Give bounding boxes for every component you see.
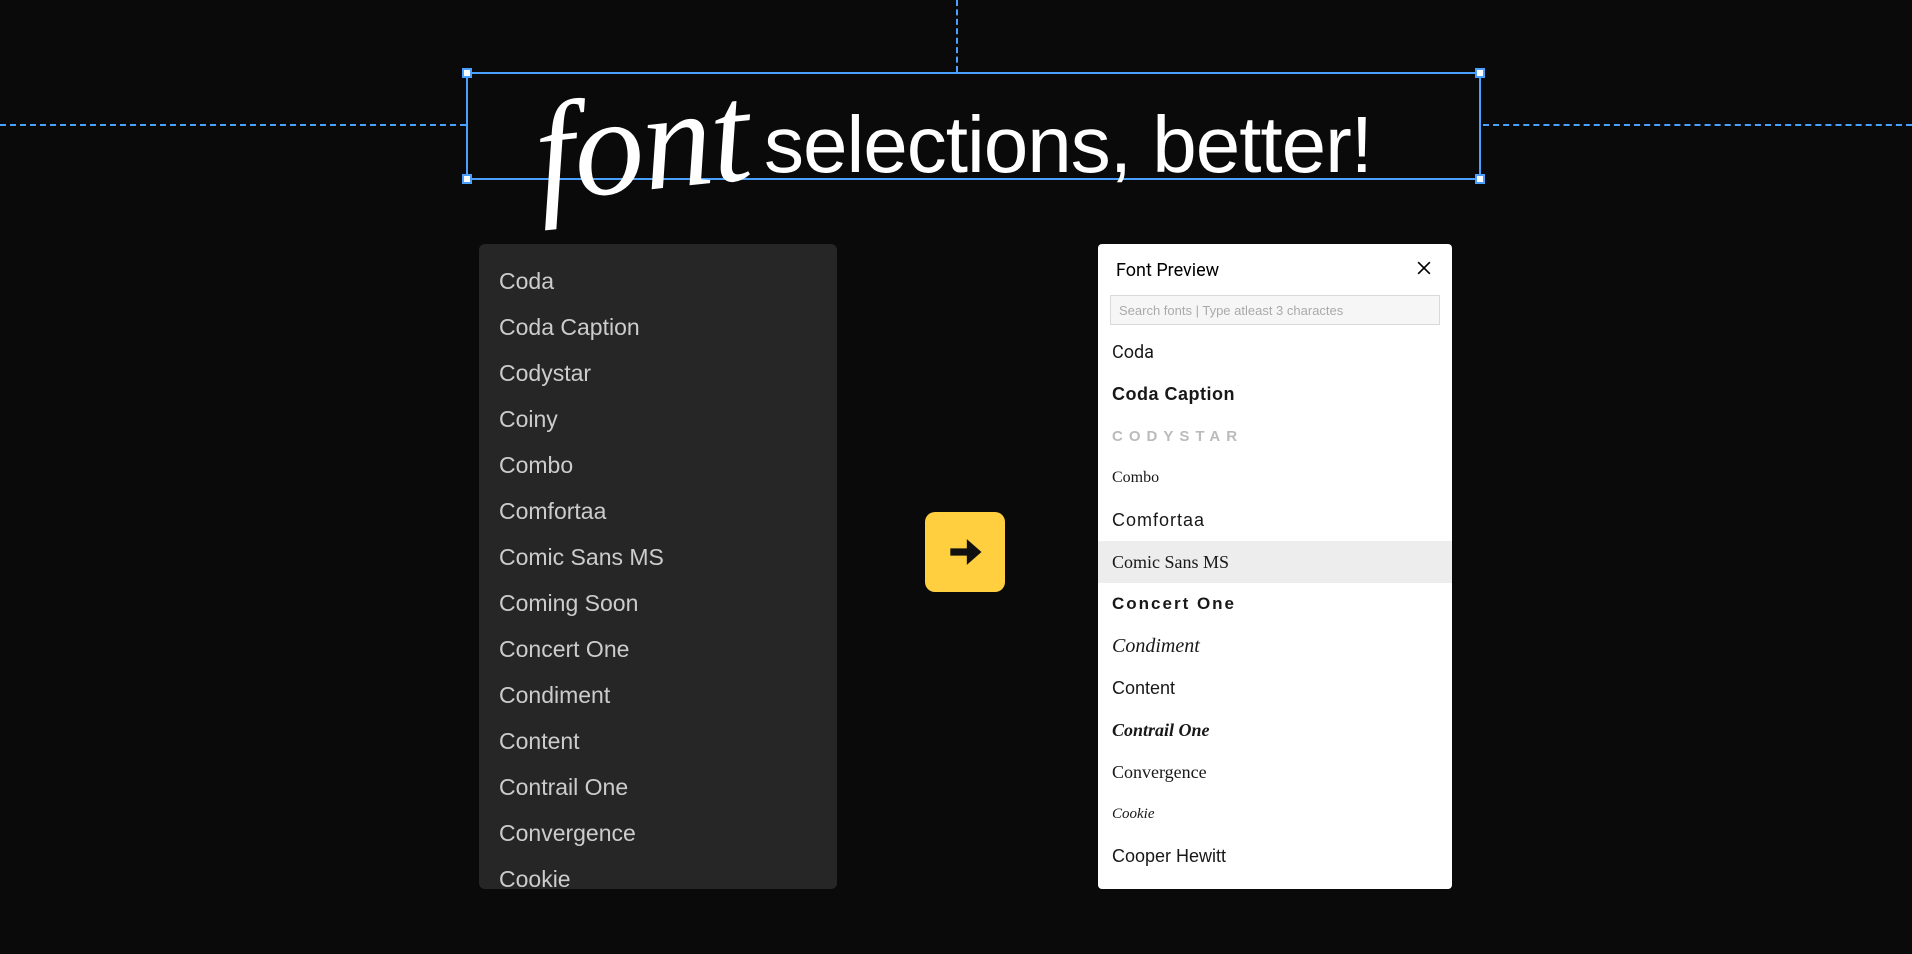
font-preview-title: Font Preview xyxy=(1116,260,1219,281)
font-preview-item[interactable]: Coda Caption xyxy=(1098,373,1452,415)
resize-handle-top-left[interactable] xyxy=(462,68,472,78)
font-list-item[interactable]: Coming Soon xyxy=(499,580,817,626)
font-list-plain-panel: Coda Coda Caption Codystar Coiny Combo C… xyxy=(479,244,837,889)
font-preview-item[interactable]: Content xyxy=(1098,667,1452,709)
font-list-item[interactable]: Condiment xyxy=(499,672,817,718)
font-search-input[interactable] xyxy=(1119,303,1431,318)
font-preview-item[interactable]: Combo xyxy=(1098,457,1452,499)
title-text: font selections, better! xyxy=(575,56,1372,196)
font-preview-item[interactable]: Convergence xyxy=(1098,751,1452,793)
alignment-guide-horizontal-right xyxy=(1483,124,1912,126)
font-preview-item[interactable]: Coda xyxy=(1098,331,1452,373)
arrow-right-icon xyxy=(925,512,1005,592)
font-list-item[interactable]: Comic Sans MS xyxy=(499,534,817,580)
font-list-item[interactable]: Convergence xyxy=(499,810,817,856)
font-preview-item[interactable]: Copperplate xyxy=(1098,877,1452,889)
close-button[interactable] xyxy=(1414,258,1434,283)
font-list-item[interactable]: Coda xyxy=(499,258,817,304)
resize-handle-bottom-left[interactable] xyxy=(462,174,472,184)
font-list-item[interactable]: Content xyxy=(499,718,817,764)
font-search-field[interactable] xyxy=(1110,295,1440,325)
font-preview-item[interactable]: Condiment xyxy=(1098,625,1452,667)
alignment-guide-horizontal-left xyxy=(0,124,466,126)
font-preview-item[interactable]: Cookie xyxy=(1098,793,1452,835)
font-list-item[interactable]: Comfortaa xyxy=(499,488,817,534)
font-preview-list: Coda Coda Caption CODYSTAR Combo Comfort… xyxy=(1098,329,1452,889)
title-script-word: font xyxy=(528,63,755,225)
font-list-item[interactable]: Coiny xyxy=(499,396,817,442)
title-selection-frame[interactable]: font selections, better! xyxy=(466,72,1481,180)
font-list-item[interactable]: Combo xyxy=(499,442,817,488)
font-preview-item[interactable]: Concert One xyxy=(1098,583,1452,625)
title-rest: selections, better! xyxy=(743,100,1372,189)
font-preview-item[interactable]: Contrail One xyxy=(1098,709,1452,751)
font-list-item[interactable]: Contrail One xyxy=(499,764,817,810)
font-list-item[interactable]: Coda Caption xyxy=(499,304,817,350)
resize-handle-bottom-right[interactable] xyxy=(1475,174,1485,184)
font-preview-item[interactable]: Comfortaa xyxy=(1098,499,1452,541)
font-preview-item[interactable]: CODYSTAR xyxy=(1098,415,1452,457)
close-icon xyxy=(1414,262,1434,283)
font-preview-panel: Font Preview Coda Coda Caption CODYSTAR … xyxy=(1098,244,1452,889)
font-preview-item[interactable]: Cooper Hewitt xyxy=(1098,835,1452,877)
font-list-item[interactable]: Cookie xyxy=(499,856,817,889)
font-preview-item[interactable]: Comic Sans MS xyxy=(1098,541,1452,583)
font-list-item[interactable]: Codystar xyxy=(499,350,817,396)
resize-handle-top-right[interactable] xyxy=(1475,68,1485,78)
font-list-item[interactable]: Concert One xyxy=(499,626,817,672)
